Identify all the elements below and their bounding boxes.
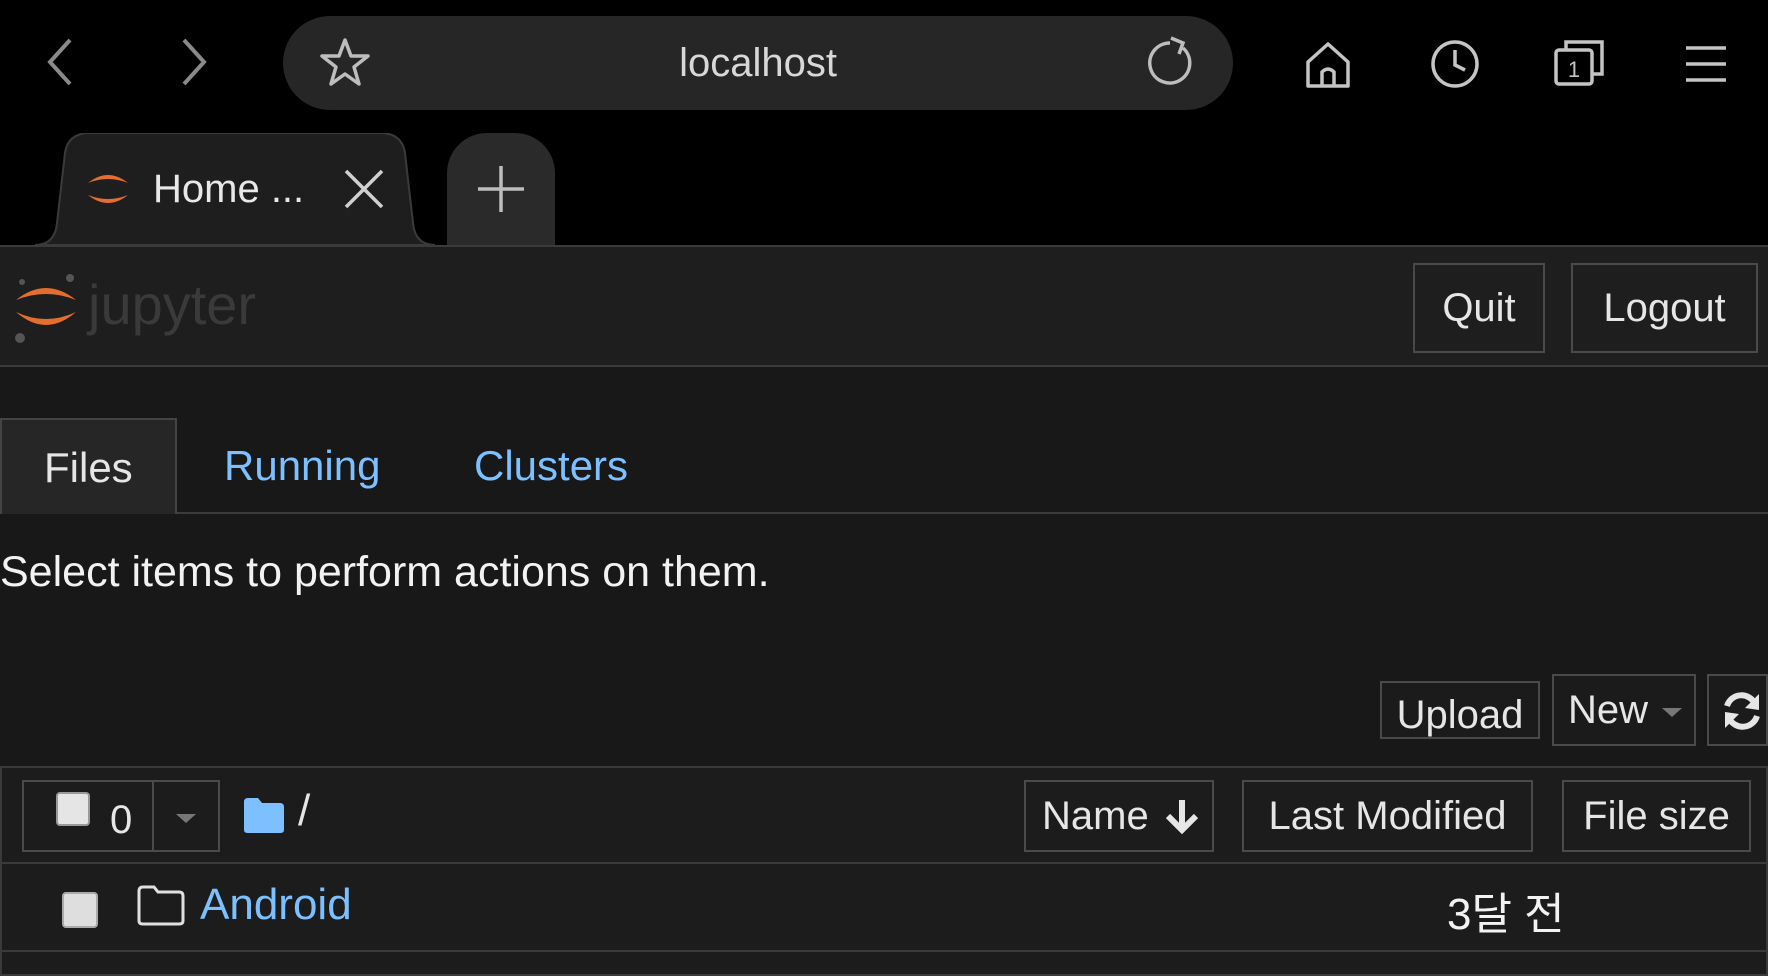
back-button[interactable] [30,30,94,94]
home-button[interactable] [1298,34,1358,94]
jupyter-favicon-icon [88,175,128,203]
tab-files[interactable]: Files [0,418,177,514]
refresh-icon [1724,692,1760,730]
folder-outline-icon [137,885,185,926]
notebook-tabs: Files Running Clusters [0,418,1768,514]
tabs-button[interactable]: 1 [1550,34,1610,94]
sort-last-modified-button[interactable]: Last Modified [1242,780,1533,852]
sort-name-button[interactable]: Name [1024,780,1214,852]
file-name-link[interactable]: Android [200,880,352,930]
history-button[interactable] [1425,34,1485,94]
close-icon[interactable] [338,163,390,215]
browser-chrome: localhost 1 Home ... [0,0,1768,245]
chevron-right-icon [182,38,207,86]
folder-icon[interactable] [242,796,286,834]
tab-title: Home ... [153,167,305,211]
selection-hint: Select items to perform actions on them. [0,548,770,596]
divider [152,782,154,850]
caret-down-icon[interactable] [176,814,196,823]
sort-file-size-button[interactable]: File size [1562,780,1751,852]
home-icon [1306,42,1350,88]
caret-down-icon [1662,708,1682,717]
tab-clusters[interactable]: Clusters [432,418,670,514]
browser-tab-home[interactable]: Home ... [35,133,435,245]
jupyter-header: jupyter Quit Logout [0,245,1768,367]
hamburger-menu-icon [1686,46,1726,82]
select-all-checkbox[interactable] [56,792,90,826]
logout-button[interactable]: Logout [1571,263,1758,353]
select-all-dropdown[interactable]: 0 [22,780,220,852]
upload-button[interactable]: Upload [1380,681,1540,739]
chevron-left-icon [47,38,72,86]
reload-icon[interactable] [1143,36,1197,90]
column-name-label: Name [1042,794,1149,838]
breadcrumb-root[interactable]: / [298,786,310,836]
selected-count: 0 [110,798,133,842]
refresh-button[interactable] [1707,674,1768,746]
quit-button[interactable]: Quit [1413,263,1545,353]
forward-button[interactable] [160,30,224,94]
svg-text:1: 1 [1568,57,1580,82]
file-modified: 3달 전 [1447,890,1565,939]
menu-button[interactable] [1676,34,1736,94]
file-list: 0 / Name Last Modified File size Android… [0,766,1768,976]
plus-icon [478,166,524,212]
tab-counter-icon: 1 [1554,40,1604,86]
new-dropdown-button[interactable]: New [1552,674,1696,746]
arrow-down-icon [1165,800,1199,835]
file-list-header: 0 / Name Last Modified File size [2,768,1766,864]
new-label: New [1568,688,1649,732]
tab-running[interactable]: Running [182,418,422,514]
address-bar[interactable]: localhost [283,16,1233,110]
new-tab-button[interactable] [447,133,555,245]
jupyter-logo[interactable]: jupyter [10,262,310,352]
row-checkbox[interactable] [62,892,98,928]
url-text: localhost [679,41,837,85]
list-item[interactable]: Android 3달 전 [2,864,1766,952]
clock-icon [1431,40,1479,88]
svg-text:jupyter: jupyter [86,273,256,336]
